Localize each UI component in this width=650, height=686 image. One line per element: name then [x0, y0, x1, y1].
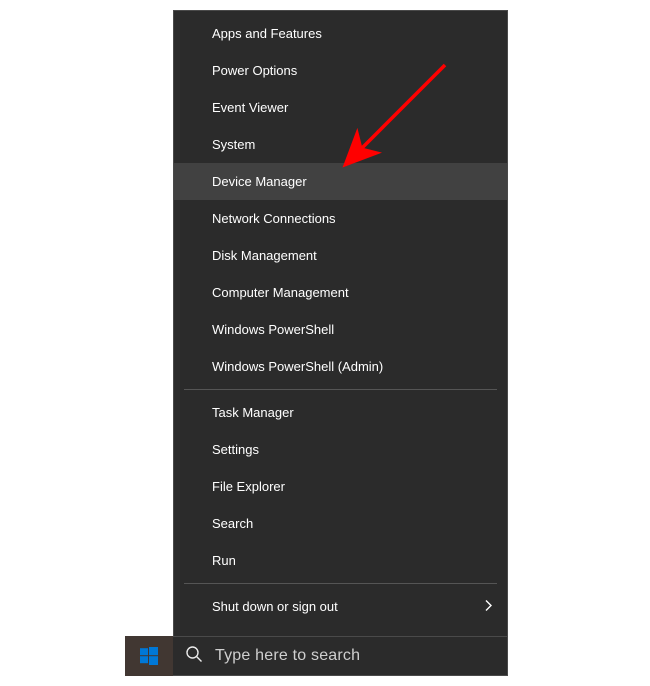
menu-item-event-viewer[interactable]: Event Viewer [174, 89, 507, 126]
menu-item-apps-and-features[interactable]: Apps and Features [174, 15, 507, 52]
menu-item-disk-management[interactable]: Disk Management [174, 237, 507, 274]
menu-item-label: Power Options [212, 63, 297, 78]
menu-item-label: Computer Management [212, 285, 349, 300]
menu-item-label: Network Connections [212, 211, 336, 226]
menu-item-search[interactable]: Search [174, 505, 507, 542]
menu-item-windows-powershell-admin[interactable]: Windows PowerShell (Admin) [174, 348, 507, 385]
menu-item-file-explorer[interactable]: File Explorer [174, 468, 507, 505]
menu-item-label: Device Manager [212, 174, 307, 189]
menu-item-label: Disk Management [212, 248, 317, 263]
menu-item-label: Apps and Features [212, 26, 322, 41]
menu-item-label: Windows PowerShell [212, 322, 334, 337]
menu-item-shut-down-or-sign-out[interactable]: Shut down or sign out [174, 588, 507, 625]
menu-item-label: Task Manager [212, 405, 294, 420]
menu-item-label: System [212, 137, 255, 152]
menu-item-power-options[interactable]: Power Options [174, 52, 507, 89]
windows-logo-icon [140, 647, 158, 665]
menu-item-network-connections[interactable]: Network Connections [174, 200, 507, 237]
menu-item-label: Run [212, 553, 236, 568]
menu-separator [184, 583, 497, 584]
menu-item-label: File Explorer [212, 479, 285, 494]
menu-item-label: Event Viewer [212, 100, 288, 115]
menu-item-device-manager[interactable]: Device Manager [174, 163, 507, 200]
search-icon [185, 645, 203, 668]
menu-item-label: Search [212, 516, 253, 531]
menu-item-computer-management[interactable]: Computer Management [174, 274, 507, 311]
taskbar: Type here to search [125, 636, 508, 676]
start-button[interactable] [125, 636, 173, 676]
menu-item-task-manager[interactable]: Task Manager [174, 394, 507, 431]
chevron-right-icon [485, 599, 493, 614]
menu-item-label: Settings [212, 442, 259, 457]
menu-item-windows-powershell[interactable]: Windows PowerShell [174, 311, 507, 348]
taskbar-search-box[interactable]: Type here to search [173, 636, 508, 676]
menu-item-system[interactable]: System [174, 126, 507, 163]
menu-item-settings[interactable]: Settings [174, 431, 507, 468]
winx-power-menu: Apps and Features Power Options Event Vi… [173, 10, 508, 667]
menu-separator [184, 389, 497, 390]
menu-item-label: Windows PowerShell (Admin) [212, 359, 383, 374]
menu-item-label: Shut down or sign out [212, 599, 338, 614]
menu-item-run[interactable]: Run [174, 542, 507, 579]
search-placeholder: Type here to search [215, 647, 360, 665]
